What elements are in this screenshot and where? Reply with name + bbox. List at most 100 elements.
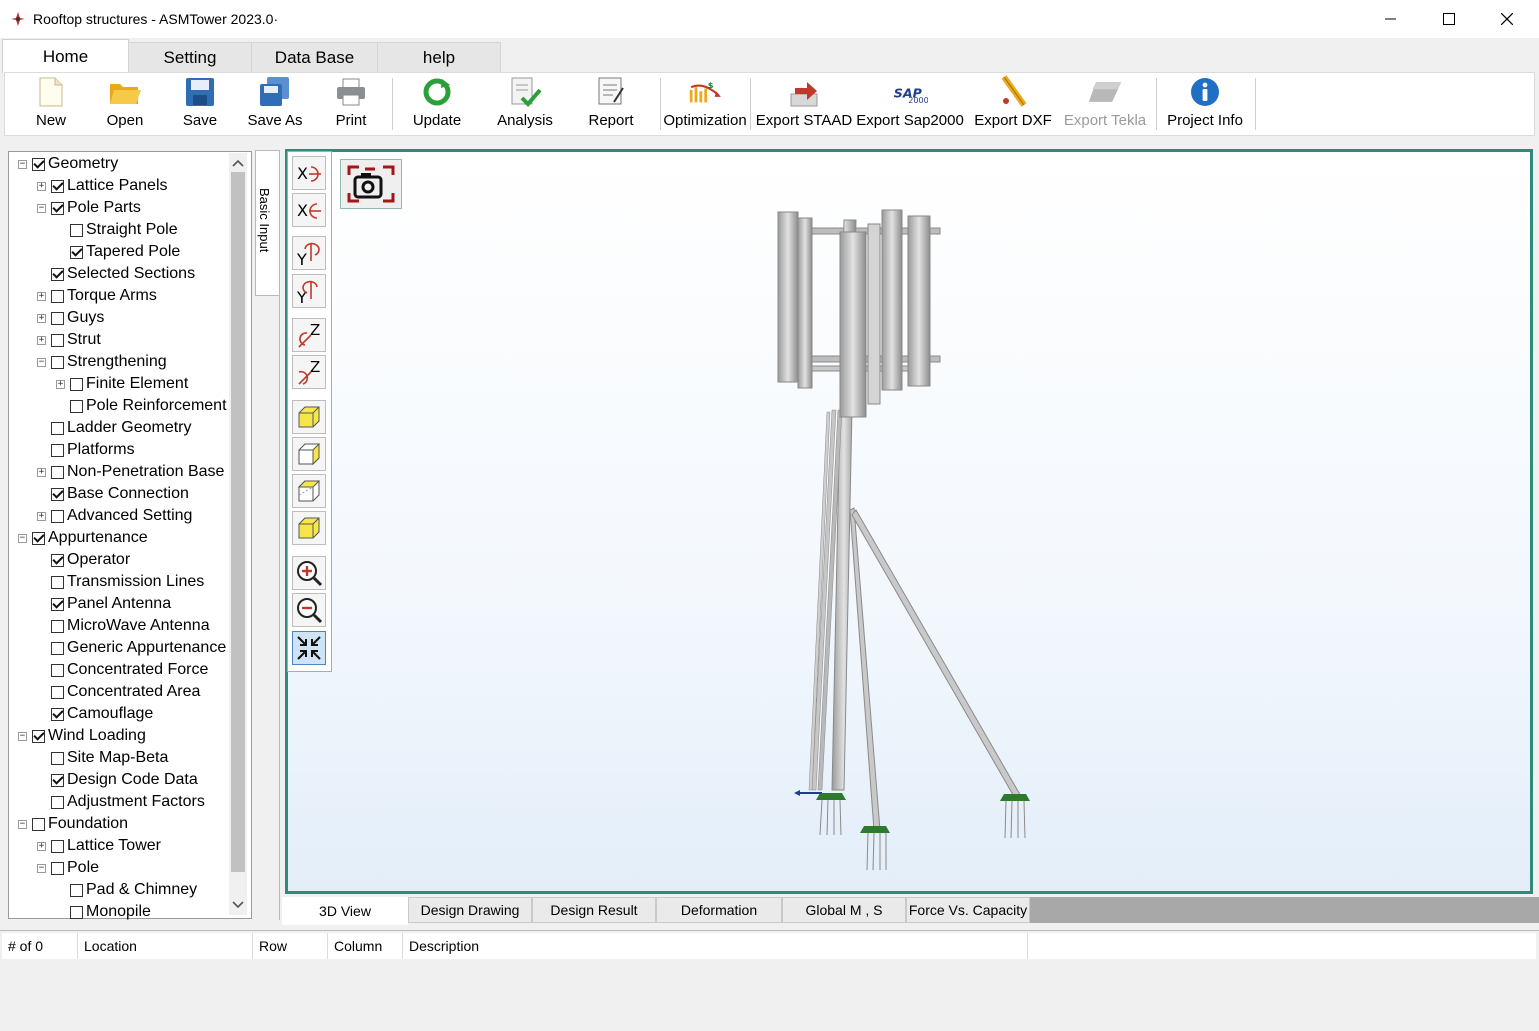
expand-plus-icon[interactable]: +: [37, 468, 46, 477]
tree-item[interactable]: Torque Arms: [51, 285, 157, 307]
tree-item-checkbox[interactable]: [70, 399, 83, 413]
tree-item[interactable]: Straight Pole: [70, 219, 178, 241]
tree-item-checkbox[interactable]: [32, 729, 45, 743]
tab-design-drawing[interactable]: Design Drawing: [408, 897, 532, 923]
tree-item-checkbox[interactable]: [51, 355, 64, 369]
tab-home[interactable]: Home: [2, 39, 129, 73]
column-header-location[interactable]: Location: [78, 933, 253, 959]
tree-item[interactable]: Lattice Panels: [51, 175, 168, 197]
tab-help[interactable]: help: [377, 42, 501, 72]
tree-item-checkbox[interactable]: [51, 421, 64, 435]
tree-item-checkbox[interactable]: [51, 619, 64, 633]
tree-item[interactable]: Pole: [51, 857, 99, 879]
tree-item[interactable]: Appurtenance: [32, 527, 148, 549]
export-dxf-button[interactable]: Export DXF: [972, 74, 1054, 132]
tree-item-checkbox[interactable]: [70, 223, 83, 237]
tree-item[interactable]: MicroWave Antenna: [51, 615, 210, 637]
rotate-y-positive-button[interactable]: Y: [292, 236, 326, 270]
collapse-minus-icon[interactable]: −: [37, 864, 46, 873]
tree-item[interactable]: Transmission Lines: [51, 571, 204, 593]
tree-item[interactable]: Strengthening: [51, 351, 167, 373]
tree-item-checkbox[interactable]: [51, 795, 64, 809]
report-button[interactable]: Report: [580, 74, 642, 132]
optimization-button[interactable]: $ Optimization: [663, 74, 746, 132]
tree-item[interactable]: Tapered Pole: [70, 241, 180, 263]
rotate-z-negative-button[interactable]: Z: [292, 355, 326, 389]
collapse-minus-icon[interactable]: −: [18, 820, 27, 829]
tree-item[interactable]: Advanced Setting: [51, 505, 192, 527]
tree-item-checkbox[interactable]: [51, 641, 64, 655]
tree-scrollbar-thumb[interactable]: [231, 172, 245, 872]
zoom-fit-button[interactable]: [292, 631, 326, 665]
expand-plus-icon[interactable]: +: [37, 336, 46, 345]
screenshot-button[interactable]: [340, 159, 402, 209]
rotate-x-negative-button[interactable]: X: [292, 193, 326, 227]
tree-item[interactable]: Design Code Data: [51, 769, 198, 791]
tree-item-checkbox[interactable]: [51, 289, 64, 303]
collapse-minus-icon[interactable]: −: [18, 732, 27, 741]
tree-item[interactable]: Platforms: [51, 439, 135, 461]
open-button[interactable]: Open: [96, 74, 154, 132]
tree-item-checkbox[interactable]: [32, 531, 45, 545]
tree-item-checkbox[interactable]: [51, 487, 64, 501]
tree-item[interactable]: Ladder Geometry: [51, 417, 192, 439]
tree-item-checkbox[interactable]: [51, 707, 64, 721]
tree-item[interactable]: Generic Appurtenance: [51, 637, 226, 659]
tree-item[interactable]: Operator: [51, 549, 130, 571]
tree-item-checkbox[interactable]: [51, 597, 64, 611]
scroll-down-icon[interactable]: [231, 898, 245, 915]
tab-design-result[interactable]: Design Result: [532, 897, 656, 923]
column-header-description[interactable]: Description: [403, 933, 1028, 959]
tab-deformation[interactable]: Deformation: [656, 897, 782, 923]
maximize-button[interactable]: [1420, 0, 1478, 38]
zoom-in-button[interactable]: [292, 556, 326, 590]
tree-item-checkbox[interactable]: [51, 685, 64, 699]
zoom-out-button[interactable]: [292, 593, 326, 627]
tab-global-m-s[interactable]: Global M , S: [782, 897, 906, 923]
tree-item[interactable]: Pad & Chimney: [70, 879, 197, 901]
update-button[interactable]: Update: [406, 74, 468, 132]
tab-data-base[interactable]: Data Base: [251, 42, 378, 72]
tree-item[interactable]: Concentrated Area: [51, 681, 200, 703]
tree-item[interactable]: Wind Loading: [32, 725, 146, 747]
tree-item-checkbox[interactable]: [51, 311, 64, 325]
project-info-button[interactable]: Project Info: [1162, 74, 1248, 132]
tree-item[interactable]: Adjustment Factors: [51, 791, 205, 813]
tree-item-checkbox[interactable]: [32, 157, 45, 171]
tree-item-checkbox[interactable]: [51, 201, 64, 215]
tab-force-vs-capacity[interactable]: Force Vs. Capacity: [906, 897, 1030, 923]
tab-3d-view[interactable]: 3D View: [282, 897, 408, 925]
expand-plus-icon[interactable]: +: [37, 842, 46, 851]
tree-item[interactable]: Lattice Tower: [51, 835, 161, 857]
tree-item-checkbox[interactable]: [51, 663, 64, 677]
tree-item-checkbox[interactable]: [51, 861, 64, 875]
export-sap2000-button[interactable]: SAP 2000 Export Sap2000: [856, 74, 964, 132]
tree-item[interactable]: Monopile: [70, 901, 151, 923]
column-header-row[interactable]: Row: [253, 933, 328, 959]
tree-item[interactable]: Guys: [51, 307, 104, 329]
save-button[interactable]: Save: [171, 74, 229, 132]
tree-item[interactable]: Strut: [51, 329, 101, 351]
collapse-minus-icon[interactable]: −: [37, 358, 46, 367]
tree-item[interactable]: Concentrated Force: [51, 659, 208, 681]
analysis-button[interactable]: Analysis: [494, 74, 556, 132]
tree-item-checkbox[interactable]: [51, 575, 64, 589]
tree-item-checkbox[interactable]: [51, 333, 64, 347]
export-staad-button[interactable]: Export STAAD: [756, 74, 852, 132]
rotate-y-negative-button[interactable]: Y: [292, 274, 326, 308]
tree-item-checkbox[interactable]: [51, 179, 64, 193]
expand-plus-icon[interactable]: +: [37, 292, 46, 301]
view-isometric-button[interactable]: [292, 511, 326, 545]
minimize-button[interactable]: [1362, 0, 1420, 38]
scroll-up-icon[interactable]: [231, 156, 245, 173]
close-button[interactable]: [1478, 0, 1536, 38]
new-button[interactable]: New: [22, 74, 80, 132]
tree-item-checkbox[interactable]: [70, 905, 83, 919]
tree-item[interactable]: Pole Parts: [51, 197, 141, 219]
rotate-z-positive-button[interactable]: Z: [292, 318, 326, 352]
tree-item-checkbox[interactable]: [32, 817, 45, 831]
tab-setting[interactable]: Setting: [128, 42, 252, 72]
tree-item-checkbox[interactable]: [70, 377, 83, 391]
column-header-column[interactable]: Column: [328, 933, 403, 959]
view-top-button[interactable]: [292, 474, 326, 508]
